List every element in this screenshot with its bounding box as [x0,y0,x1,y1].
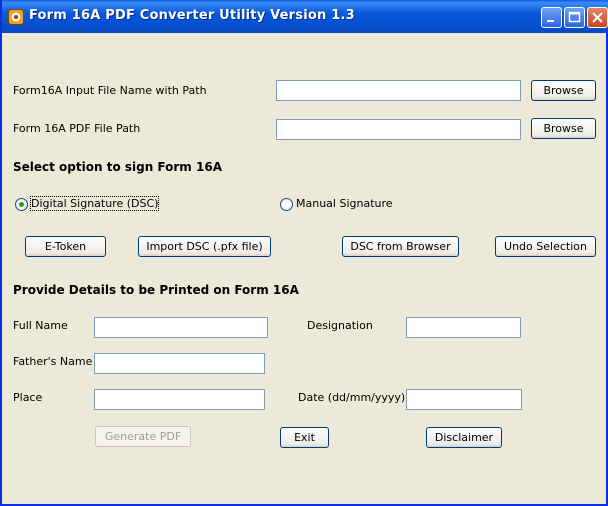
input-file-field[interactable] [276,80,521,101]
fathers-name-field[interactable] [94,353,265,374]
sign-heading: Select option to sign Form 16A [13,160,222,174]
dsc-radio[interactable] [15,198,28,211]
minimize-button[interactable] [541,7,562,28]
details-heading: Provide Details to be Printed on Form 16… [13,283,299,297]
etoken-button[interactable]: E-Token [25,236,106,257]
app-window: Form 16A PDF Converter Utility Version 1… [0,0,608,506]
maximize-button[interactable] [564,7,585,28]
pdf-path-field[interactable] [276,119,521,140]
import-dsc-button[interactable]: Import DSC (.pfx file) [138,236,271,257]
fathers-name-label: Father's Name [13,355,93,368]
close-button[interactable] [587,7,608,28]
undo-selection-button[interactable]: Undo Selection [495,236,596,257]
date-label: Date (dd/mm/yyyy) [298,391,406,404]
designation-field[interactable] [406,317,521,338]
generate-pdf-button[interactable]: Generate PDF [95,426,191,447]
browse-input-button[interactable]: Browse [531,80,596,101]
designation-label: Designation [307,319,373,332]
dsc-from-browser-button[interactable]: DSC from Browser [342,236,459,257]
title-bar[interactable]: Form 16A PDF Converter Utility Version 1… [2,0,608,33]
full-name-label: Full Name [13,319,68,332]
full-name-field[interactable] [94,317,268,338]
place-label: Place [13,391,43,404]
radio-selected-dot [19,202,24,207]
window-title: Form 16A PDF Converter Utility Version 1… [29,8,355,23]
browse-pdf-button[interactable]: Browse [531,118,596,139]
place-field[interactable] [94,389,265,410]
exit-button[interactable]: Exit [280,427,329,448]
manual-signature-radio[interactable] [280,198,293,211]
pdf-path-label: Form 16A PDF File Path [13,122,141,135]
disclaimer-button[interactable]: Disclaimer [426,427,502,448]
app-icon [8,9,24,25]
input-file-label: Form16A Input File Name with Path [13,84,207,97]
date-field[interactable] [406,389,522,410]
manual-signature-label[interactable]: Manual Signature [296,197,393,210]
dsc-radio-label[interactable]: Digital Signature (DSC) [29,196,160,211]
